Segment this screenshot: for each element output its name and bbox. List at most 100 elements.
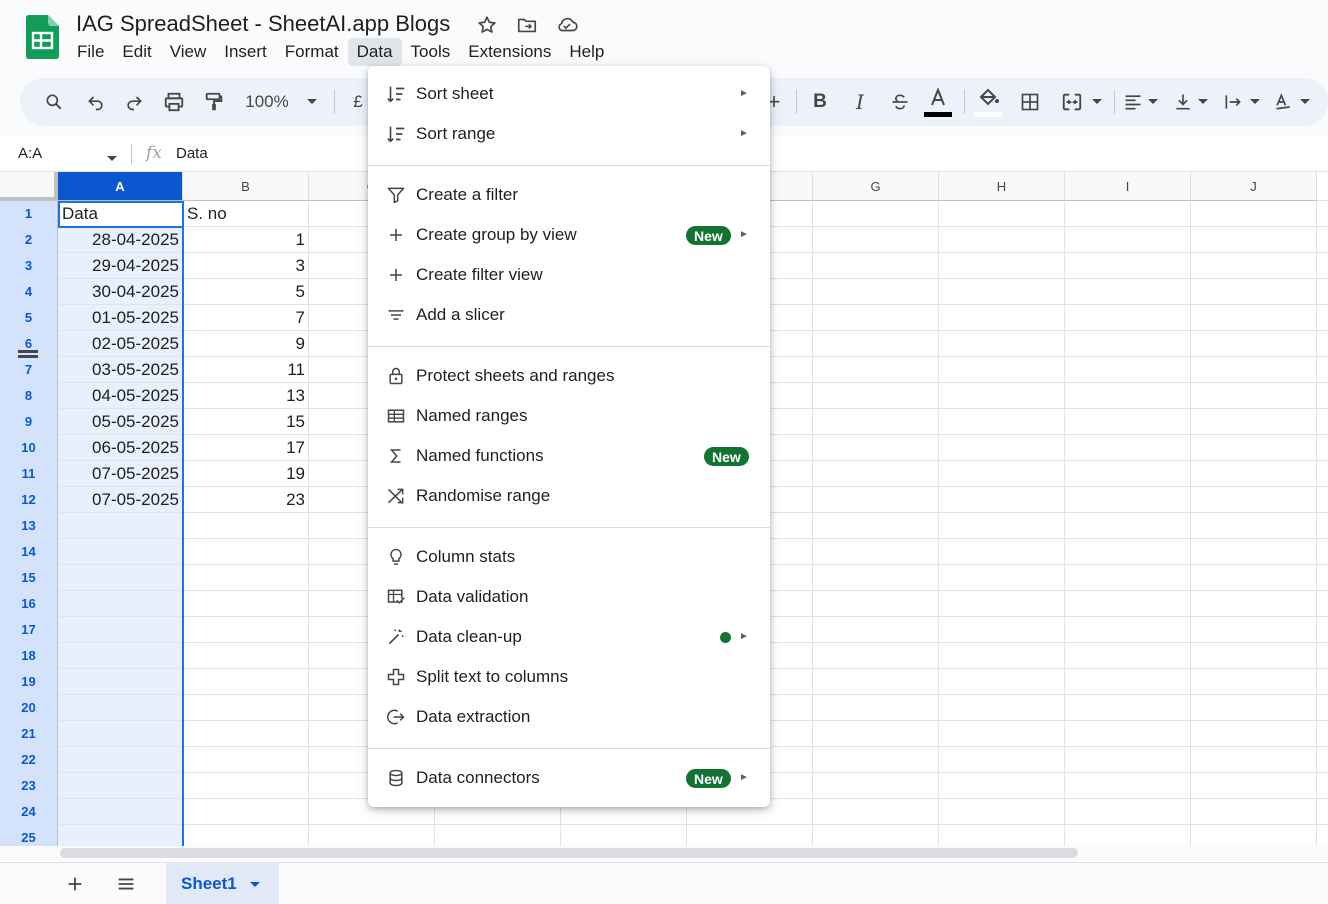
menu-item-protect-sheets-and-ranges[interactable]: Protect sheets and ranges [368, 358, 770, 394]
menu-item-named-functions[interactable]: Named functions New [368, 438, 770, 474]
menu-data[interactable]: Data [347, 38, 402, 66]
name-box[interactable]: A:A [18, 145, 42, 162]
cell-b11[interactable]: 19 [183, 461, 309, 487]
cell-b8[interactable]: 13 [183, 383, 309, 409]
print-icon[interactable] [158, 78, 190, 126]
cell-a4[interactable]: 30-04-2025 [58, 279, 183, 305]
cell-a10[interactable]: 06-05-2025 [58, 435, 183, 461]
menu-item-data-clean-up[interactable]: Data clean-up ► [368, 619, 770, 655]
menu-item-add-a-slicer[interactable]: Add a slicer [368, 297, 770, 333]
cell-b7[interactable]: 11 [183, 357, 309, 383]
column-header-b[interactable]: B [183, 172, 309, 201]
cell-a7[interactable]: 03-05-2025 [58, 357, 183, 383]
redo-icon[interactable] [118, 78, 150, 126]
merge-cells-icon[interactable] [1058, 78, 1086, 126]
menu-item-sort-range[interactable]: Sort range ► [368, 116, 770, 152]
row-header-24[interactable]: 24 [0, 799, 58, 825]
cell-a12[interactable]: 07-05-2025 [58, 487, 183, 513]
freeze-rows-handle[interactable] [18, 350, 38, 358]
cloud-saved-icon[interactable] [554, 12, 580, 38]
menu-format[interactable]: Format [276, 38, 348, 66]
cell-b10[interactable]: 17 [183, 435, 309, 461]
borders-icon[interactable] [1016, 78, 1044, 126]
cell-a6[interactable]: 02-05-2025 [58, 331, 183, 357]
cell-a11[interactable]: 07-05-2025 [58, 461, 183, 487]
row-header-14[interactable]: 14 [0, 539, 58, 565]
menu-item-named-ranges[interactable]: Named ranges [368, 398, 770, 434]
menu-item-data-connectors[interactable]: Data connectors New ► [368, 760, 770, 796]
zoom-level[interactable]: 100% [242, 78, 292, 126]
menu-edit[interactable]: Edit [113, 38, 160, 66]
sheet-tab-dropdown-icon[interactable] [249, 874, 261, 894]
row-header-25[interactable]: 25 [0, 825, 58, 846]
italic-button[interactable]: I [846, 78, 874, 126]
column-header-i[interactable]: I [1065, 172, 1191, 201]
cell-b6[interactable]: 9 [183, 331, 309, 357]
sheets-logo-icon[interactable] [26, 15, 59, 59]
menu-extensions[interactable]: Extensions [459, 38, 560, 66]
row-header-8[interactable]: 8 [0, 383, 58, 409]
row-header-2[interactable]: 2 [0, 227, 58, 253]
row-header-21[interactable]: 21 [0, 721, 58, 747]
menu-item-create-filter-view[interactable]: Create filter view [368, 257, 770, 293]
cell-a2[interactable]: 28-04-2025 [58, 227, 183, 253]
currency-format-button[interactable]: £ [350, 78, 366, 126]
horizontal-scrollbar[interactable] [60, 848, 1078, 858]
column-header-g[interactable]: G [813, 172, 939, 201]
cell-b3[interactable]: 3 [183, 253, 309, 279]
cell-b12[interactable]: 23 [183, 487, 309, 513]
column-header-h[interactable]: H [939, 172, 1065, 201]
wrap-dropdown-icon[interactable] [1246, 78, 1264, 126]
search-menus-icon[interactable] [38, 78, 70, 126]
row-header-5[interactable]: 5 [0, 305, 58, 331]
halign-dropdown-icon[interactable] [1144, 78, 1162, 126]
sheet-tab[interactable]: Sheet1 [166, 863, 279, 904]
menu-item-split-text-to-columns[interactable]: Split text to columns [368, 659, 770, 695]
paint-format-icon[interactable] [198, 78, 230, 126]
column-header-a[interactable]: A [58, 172, 183, 201]
cell-b2[interactable]: 1 [183, 227, 309, 253]
cell-a8[interactable]: 04-05-2025 [58, 383, 183, 409]
zoom-dropdown-icon[interactable] [302, 78, 322, 126]
formula-input[interactable]: Data [176, 145, 208, 162]
row-header-13[interactable]: 13 [0, 513, 58, 539]
cell-b5[interactable]: 7 [183, 305, 309, 331]
menu-item-create-group-by-view[interactable]: Create group by view New ► [368, 217, 770, 253]
row-header-1[interactable]: 1 [0, 201, 58, 227]
row-header-4[interactable]: 4 [0, 279, 58, 305]
menu-item-data-validation[interactable]: Data validation [368, 579, 770, 615]
row-header-17[interactable]: 17 [0, 617, 58, 643]
row-header-10[interactable]: 10 [0, 435, 58, 461]
menu-help[interactable]: Help [560, 38, 613, 66]
menu-tools[interactable]: Tools [402, 38, 460, 66]
row-header-16[interactable]: 16 [0, 591, 58, 617]
valign-dropdown-icon[interactable] [1194, 78, 1212, 126]
menu-insert[interactable]: Insert [215, 38, 276, 66]
row-header-19[interactable]: 19 [0, 669, 58, 695]
menu-item-data-extraction[interactable]: Data extraction [368, 699, 770, 735]
text-rotation-icon[interactable] [1270, 78, 1296, 126]
horizontal-align-icon[interactable] [1120, 78, 1146, 126]
row-header-7[interactable]: 7 [0, 357, 58, 383]
menu-item-column-stats[interactable]: Column stats [368, 539, 770, 575]
cell-b9[interactable]: 15 [183, 409, 309, 435]
cell-a1[interactable]: Data [58, 201, 183, 227]
cell-a9[interactable]: 05-05-2025 [58, 409, 183, 435]
text-wrap-icon[interactable] [1220, 78, 1246, 126]
row-header-23[interactable]: 23 [0, 773, 58, 799]
undo-icon[interactable] [80, 78, 112, 126]
row-header-12[interactable]: 12 [0, 487, 58, 513]
cell-b4[interactable]: 5 [183, 279, 309, 305]
menu-item-randomise-range[interactable]: Randomise range [368, 478, 770, 514]
column-header-j[interactable]: J [1191, 172, 1317, 201]
text-color-icon[interactable] [922, 78, 954, 126]
move-folder-icon[interactable] [514, 12, 540, 38]
menu-item-create-a-filter[interactable]: Create a filter [368, 177, 770, 213]
row-header-22[interactable]: 22 [0, 747, 58, 773]
row-header-15[interactable]: 15 [0, 565, 58, 591]
star-icon[interactable] [474, 12, 500, 38]
all-sheets-icon[interactable] [115, 873, 137, 900]
row-header-20[interactable]: 20 [0, 695, 58, 721]
cell-a3[interactable]: 29-04-2025 [58, 253, 183, 279]
row-header-9[interactable]: 9 [0, 409, 58, 435]
